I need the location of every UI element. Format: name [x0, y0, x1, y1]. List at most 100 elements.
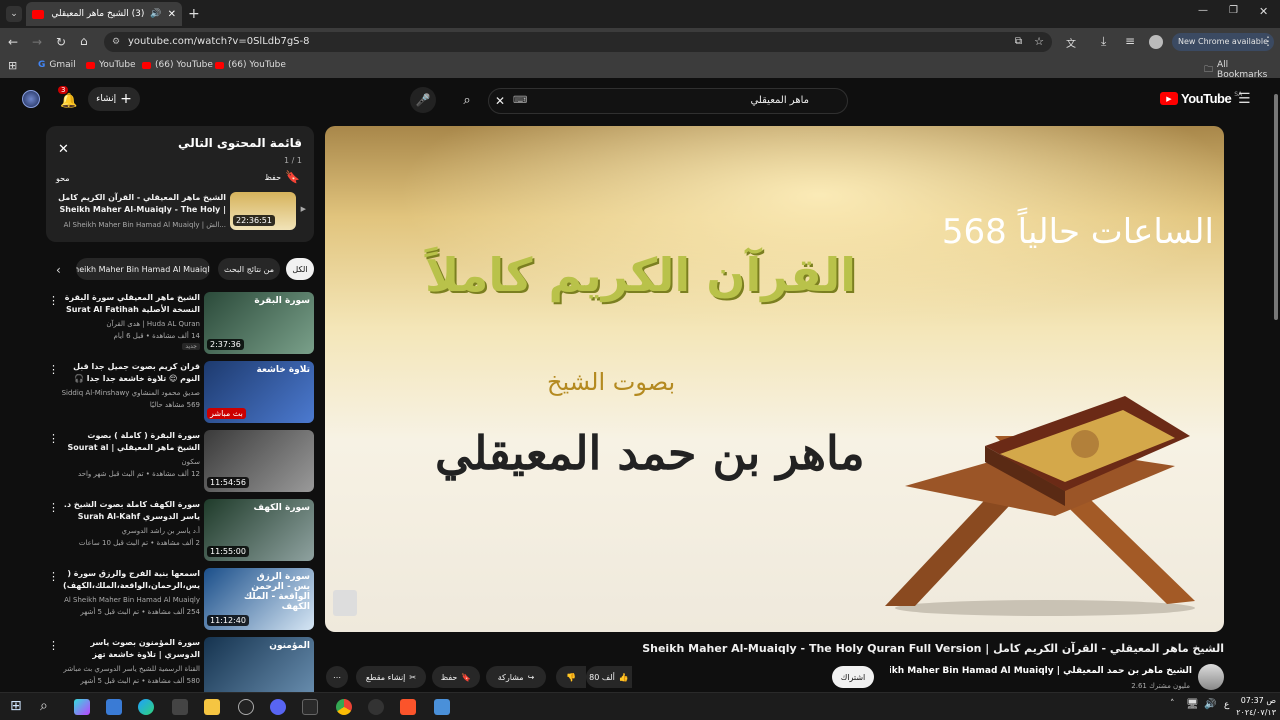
like-button[interactable]: 80 ألف 👍 — [586, 666, 632, 688]
apps-grid-icon[interactable]: ⊞ — [8, 59, 17, 72]
app-icon-2[interactable] — [368, 699, 384, 715]
terminal-icon[interactable] — [302, 699, 318, 715]
create-button[interactable]: إنشاء + — [88, 87, 140, 111]
video-player[interactable]: عدد الساعات حالياً 568 القرآن الكريم كام… — [325, 126, 1224, 632]
page-scrollbar[interactable] — [1272, 84, 1280, 688]
video-menu-icon[interactable]: ⋮ — [48, 294, 59, 307]
playlist-clear-button[interactable]: محو — [56, 174, 70, 183]
related-video-title: سورة الكهف كاملة بصوت الشيخ د. ياسر الدو… — [63, 500, 200, 521]
search-input[interactable]: ماهر المعيقلي ⌕ ✕ ⌨ — [463, 88, 848, 114]
brave-icon[interactable] — [400, 699, 416, 715]
more-actions-icon[interactable]: ⋯ — [326, 666, 348, 688]
voice-search-button[interactable]: 🎤 — [410, 87, 436, 113]
network-icon[interactable]: 🖥 — [1186, 699, 1199, 710]
bookmark-star-icon[interactable]: ☆ — [1034, 32, 1044, 52]
app-icon[interactable] — [238, 699, 254, 715]
save-button[interactable]: حفظ 🔖 — [432, 666, 480, 688]
home-icon[interactable]: ⌂ — [80, 34, 88, 48]
clear-search-icon[interactable]: ✕ — [495, 89, 505, 113]
notifications-button[interactable]: 🔔 3 — [58, 86, 80, 110]
menu-kebab-icon[interactable]: ⋮ — [1262, 34, 1274, 48]
minimize-icon[interactable]: — — [1198, 5, 1208, 16]
playlist-close-icon[interactable]: ✕ — [58, 142, 69, 157]
bookmark-youtube[interactable]: YouTube — [86, 60, 136, 70]
youtube-logo[interactable]: ▶ YouTube SA — [1160, 91, 1242, 106]
tab-audio-icon[interactable]: 🔊 — [150, 9, 161, 19]
duration-badge: بث مباشر — [207, 408, 246, 419]
video-menu-icon[interactable]: ⋮ — [48, 570, 59, 583]
back-icon[interactable]: ← — [8, 35, 18, 49]
related-video-title: سورة البقرة ( كاملة ) بصوت الشيخ ماهر ال… — [67, 431, 200, 452]
restore-icon[interactable]: ❐ — [1229, 5, 1238, 16]
browser-tab[interactable]: (3) الشيخ ماهر المعيقلي - ال... 🔊 ✕ — [26, 2, 182, 26]
install-icon[interactable]: ⧉ — [1015, 32, 1022, 52]
download-icon[interactable]: ⤓ — [1101, 34, 1106, 49]
clip-button[interactable]: إنشاء مقطع ✂ — [356, 666, 426, 688]
related-video-item[interactable]: 11:54:56 ⋮ سورة البقرة ( كاملة ) بصوت ال… — [44, 430, 316, 494]
chip-from-channel[interactable]: من Al Sheikh Maher Bin Hamad Al Muaiqly — [76, 258, 210, 280]
video-menu-icon[interactable]: ⋮ — [48, 501, 59, 514]
calculator-icon[interactable] — [172, 699, 188, 715]
dislike-button[interactable]: 👎 — [556, 666, 586, 688]
site-info-icon[interactable]: ⚙ — [112, 32, 120, 52]
channel-name[interactable]: الشيخ ماهر بن حمد المعيقلي | Al Sheikh M… — [890, 666, 1192, 676]
search-icon[interactable]: ⌕ — [451, 89, 483, 113]
copilot-icon[interactable] — [74, 699, 90, 715]
forward-icon[interactable]: → — [32, 35, 42, 49]
discord-icon[interactable] — [270, 699, 286, 715]
youtube-icon — [142, 61, 151, 69]
taskbar-search-icon[interactable]: ⌕ — [40, 698, 48, 714]
account-avatar[interactable] — [22, 90, 40, 108]
tab-close-icon[interactable]: ✕ — [168, 9, 176, 20]
related-video-item[interactable]: سورة البقرة 2:37:36 ⋮ الشيخ ماهر المعيقل… — [44, 292, 316, 356]
chip-from-search[interactable]: من نتائج البحث — [218, 258, 280, 280]
tray-chevron-icon[interactable]: ˄ — [1170, 699, 1175, 709]
bookmark-gmail[interactable]: G Gmail — [38, 60, 76, 70]
video-menu-icon[interactable]: ⋮ — [48, 363, 59, 376]
video-menu-icon[interactable]: ⋮ — [48, 639, 59, 652]
subscribe-button[interactable]: اشتراك — [832, 666, 874, 688]
art-name-text: ماهر بن حمد المعيقلي — [435, 426, 865, 480]
chrome-icon[interactable] — [336, 699, 352, 715]
keyboard-icon[interactable]: ⌨ — [513, 89, 527, 113]
volume-icon[interactable]: 🔊 — [1204, 699, 1216, 710]
address-bar[interactable]: ⚙ youtube.com/watch?v=0SlLdb7gS-8 ⧉ ☆ — [104, 32, 1052, 52]
guide-menu-icon[interactable]: ☰ — [1238, 91, 1251, 107]
file-explorer-icon[interactable] — [204, 699, 220, 715]
reload-icon[interactable]: ↻ — [56, 35, 66, 49]
playlist-save-button[interactable]: حفظ 🔖 — [264, 170, 300, 184]
bookmark-youtube-2[interactable]: (66) YouTube — [142, 60, 213, 70]
scrollbar-thumb[interactable] — [1274, 94, 1278, 320]
chip-all[interactable]: الكل — [286, 258, 314, 280]
related-video-item[interactable]: سورة الرزق يس - الرحمن الواقعة - الملك ا… — [44, 568, 316, 632]
share-button[interactable]: مشاركة ↪ — [486, 666, 546, 688]
channel-avatar[interactable] — [1198, 664, 1224, 690]
keyboard-language[interactable]: ع — [1224, 700, 1229, 710]
playlist-panel: ✕ قائمة المحتوى التالي 1 / 1 حفظ 🔖 محو 2… — [46, 126, 314, 242]
clock[interactable]: 07:37 ص ٢٠٢٤/٠٧/١٣ — [1236, 695, 1276, 719]
video-menu-icon[interactable]: ⋮ — [48, 432, 59, 445]
tab-strip: ⌄ (3) الشيخ ماهر المعيقلي - ال... 🔊 ✕ + … — [0, 0, 1280, 28]
bookmark-youtube-3[interactable]: (66) YouTube — [215, 60, 286, 70]
chips-scroll-left-icon[interactable]: ‹ — [56, 263, 61, 277]
close-window-icon[interactable]: ✕ — [1259, 5, 1268, 18]
tab-search-icon[interactable]: ⌄ — [6, 6, 22, 22]
youtube-wordmark: YouTube — [1181, 91, 1232, 106]
related-video-item[interactable]: سورة الكهف 11:55:00 ⋮ سورة الكهف كاملة ب… — [44, 499, 316, 563]
edge-icon[interactable] — [138, 699, 154, 715]
vpn-icon[interactable] — [434, 699, 450, 715]
playlist-item[interactable]: 22:36:51 ▶ الشيخ ماهر المعيقلي - القرآن … — [54, 192, 306, 236]
all-bookmarks[interactable]: 🗀 All Bookmarks — [1204, 60, 1280, 80]
related-video-item[interactable]: تلاوة خاشعة بث مباشر ⋮ قران كريم بصوت جم… — [44, 361, 316, 425]
reading-list-icon[interactable]: ≡ — [1125, 34, 1135, 48]
windows-start-icon[interactable]: ⊞ — [10, 698, 22, 714]
profile-avatar[interactable] — [1149, 35, 1163, 49]
new-chrome-button[interactable]: New Chrome available — [1172, 33, 1275, 51]
channel-watermark-icon[interactable] — [333, 590, 357, 616]
clock-date: ٢٠٢٤/٠٧/١٣ — [1236, 708, 1276, 717]
share-icon: ↪ — [527, 672, 535, 682]
subscriber-count: 2.61 مليون مشترك — [1131, 682, 1190, 690]
translate-icon[interactable]: 文 — [1066, 35, 1076, 50]
new-tab-icon[interactable]: + — [188, 6, 200, 22]
store-icon[interactable] — [106, 699, 122, 715]
